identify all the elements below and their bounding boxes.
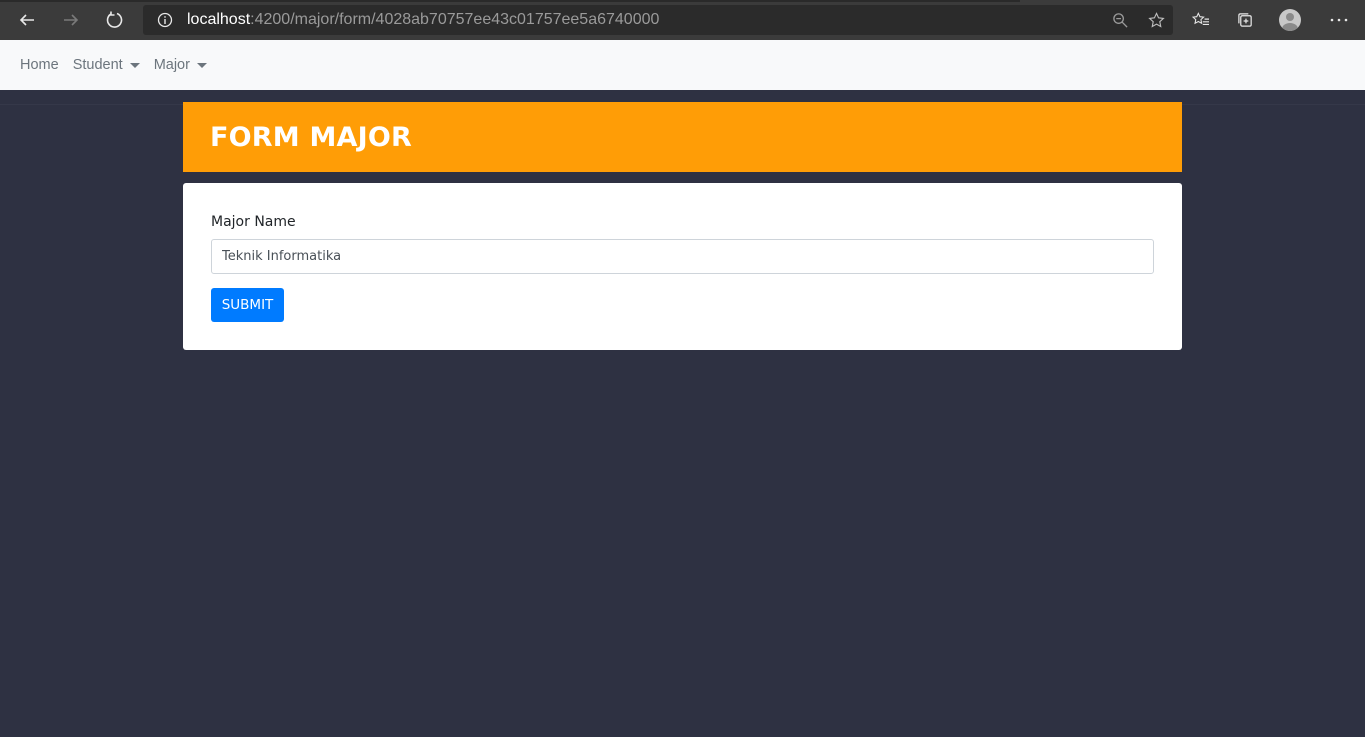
favorites-list-icon[interactable] xyxy=(1179,0,1223,40)
major-name-input[interactable] xyxy=(211,239,1154,274)
page-title: FORM MAJOR xyxy=(210,121,413,153)
favorite-star-icon[interactable] xyxy=(1147,11,1165,29)
more-options-icon[interactable] xyxy=(1313,0,1365,40)
form-card: Major Name SUBMIT xyxy=(183,183,1182,350)
url-path: :4200/major/form/4028ab70757ee43c01757ee… xyxy=(250,11,660,28)
submit-button[interactable]: SUBMIT xyxy=(211,288,284,322)
info-icon[interactable] xyxy=(157,12,173,28)
url-host: localhost xyxy=(187,11,251,28)
nav-major-dropdown[interactable]: Major xyxy=(147,57,214,73)
nav-home[interactable]: Home xyxy=(13,57,66,73)
nav-major-label: Major xyxy=(153,57,190,73)
nav-student-dropdown[interactable]: Student xyxy=(66,57,147,73)
back-button[interactable] xyxy=(7,0,47,40)
tab-strip-line xyxy=(0,0,1020,2)
browser-toolbar: localhost:4200/major/form/4028ab70757ee4… xyxy=(0,0,1365,40)
app-navbar: Home Student Major xyxy=(0,40,1365,90)
caret-down-icon xyxy=(129,62,140,68)
address-bar[interactable]: localhost:4200/major/form/4028ab70757ee4… xyxy=(143,5,1173,35)
nav-student-label: Student xyxy=(72,57,123,73)
profile-avatar-icon[interactable] xyxy=(1267,0,1313,40)
arrow-left-icon xyxy=(19,14,34,26)
url-text: localhost:4200/major/form/4028ab70757ee4… xyxy=(187,11,659,29)
refresh-button[interactable] xyxy=(95,0,135,40)
caret-down-icon xyxy=(196,62,207,68)
refresh-icon xyxy=(106,11,123,28)
form-header: FORM MAJOR xyxy=(183,102,1182,172)
arrow-right-icon xyxy=(64,14,79,26)
forward-button[interactable] xyxy=(51,0,91,40)
collections-icon[interactable] xyxy=(1223,0,1267,40)
nav-home-label: Home xyxy=(20,57,59,73)
zoom-icon[interactable] xyxy=(1111,11,1129,29)
major-name-label: Major Name xyxy=(211,214,296,230)
